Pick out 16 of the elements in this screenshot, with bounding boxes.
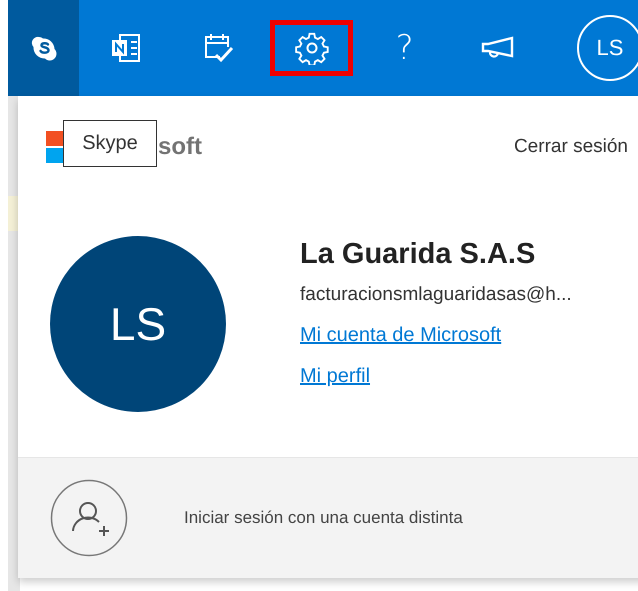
- sign-out-link[interactable]: Cerrar sesión: [514, 136, 628, 158]
- add-person-icon: [50, 479, 128, 558]
- help-button[interactable]: ?: [358, 0, 452, 96]
- tooltip: Skype: [63, 120, 157, 167]
- account-email: facturacionsmlaguaridasas@h...: [300, 284, 572, 306]
- account-link[interactable]: Mi perfil: [300, 364, 370, 388]
- avatar: LS: [50, 236, 226, 412]
- brand-text: soft: [158, 132, 202, 161]
- switch-account-button[interactable]: Iniciar sesión con una cuenta distinta: [18, 457, 638, 578]
- account-button[interactable]: LS: [544, 0, 638, 96]
- account-link[interactable]: Mi cuenta de Microsoft: [300, 324, 502, 347]
- toolbar-button[interactable]: [270, 20, 354, 76]
- account-name: La Guarida S.A.S: [300, 236, 536, 272]
- settings-icon: [294, 31, 329, 65]
- toolbar-button[interactable]: [8, 0, 80, 96]
- skype-icon: [30, 34, 58, 62]
